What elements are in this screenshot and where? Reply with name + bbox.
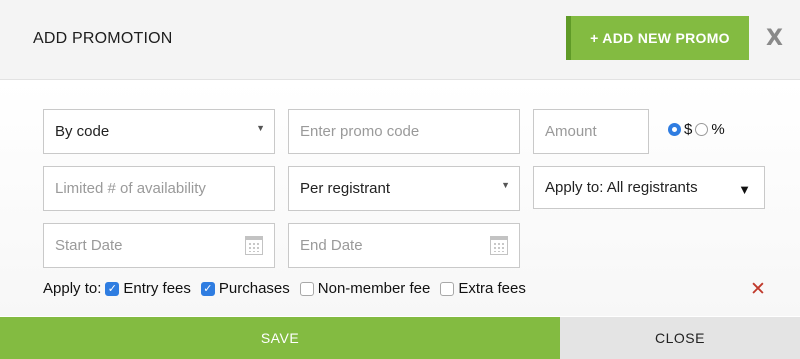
calendar-icon[interactable]	[245, 236, 263, 255]
purchases-label: Purchases	[218, 280, 290, 297]
apply-to-row: Apply to: ✓ Entry fees ✓ Purchases Non-m…	[43, 280, 536, 297]
promo-type-value: By code	[55, 123, 110, 140]
per-registrant-select[interactable]: Per registrant ▼	[288, 166, 520, 211]
remove-promo-icon[interactable]: ✕	[750, 278, 766, 300]
amount-placeholder: Amount	[545, 123, 597, 140]
percent-radio[interactable]	[695, 123, 709, 136]
modal-footer: SAVE CLOSE	[0, 317, 800, 359]
promo-type-select[interactable]: By code ▼	[43, 109, 275, 154]
entry-fees-option[interactable]: ✓ Entry fees	[105, 280, 191, 297]
availability-input[interactable]: Limited # of availability	[43, 166, 275, 211]
dropdown-arrow-icon: ▼	[738, 182, 751, 197]
extra-fees-option[interactable]: Extra fees	[440, 280, 526, 297]
percent-radio-label: %	[711, 121, 725, 138]
modal-header: ADD PROMOTION + ADD NEW PROMO X	[0, 0, 800, 80]
dropdown-arrow-icon: ▼	[256, 123, 265, 133]
save-button[interactable]: SAVE	[0, 317, 560, 359]
purchases-checkbox[interactable]: ✓	[200, 281, 215, 296]
non-member-fee-option[interactable]: Non-member fee	[299, 280, 431, 297]
close-button[interactable]: CLOSE	[560, 317, 800, 359]
entry-fees-checkbox[interactable]: ✓	[105, 281, 120, 296]
start-date-placeholder: Start Date	[55, 237, 123, 254]
add-new-promo-button[interactable]: + ADD NEW PROMO	[566, 16, 749, 60]
availability-placeholder: Limited # of availability	[55, 180, 206, 197]
promo-code-placeholder: Enter promo code	[300, 123, 420, 140]
apply-to-select-value: Apply to: All registrants	[545, 179, 698, 196]
extra-fees-checkbox[interactable]	[440, 281, 455, 296]
start-date-input[interactable]: Start Date	[43, 223, 275, 268]
dropdown-arrow-icon: ▼	[501, 180, 510, 190]
amount-unit-radio-group: $ %	[668, 121, 728, 138]
extra-fees-label: Extra fees	[458, 280, 526, 297]
end-date-input[interactable]: End Date	[288, 223, 520, 268]
calendar-icon[interactable]	[490, 236, 508, 255]
non-member-fee-checkbox[interactable]	[299, 281, 314, 296]
apply-to-label: Apply to:	[43, 280, 102, 297]
dollar-radio-label: $	[684, 121, 693, 138]
purchases-option[interactable]: ✓ Purchases	[200, 280, 290, 297]
amount-input[interactable]: Amount	[533, 109, 649, 154]
per-registrant-value: Per registrant	[300, 180, 391, 197]
promo-code-input[interactable]: Enter promo code	[288, 109, 520, 154]
end-date-placeholder: End Date	[300, 237, 363, 254]
apply-to-select[interactable]: Apply to: All registrants ▼	[533, 166, 765, 209]
dollar-radio[interactable]	[668, 123, 681, 136]
modal-title: ADD PROMOTION	[33, 30, 173, 47]
entry-fees-label: Entry fees	[123, 280, 191, 297]
close-icon[interactable]: X	[766, 26, 783, 51]
non-member-fee-label: Non-member fee	[317, 280, 431, 297]
